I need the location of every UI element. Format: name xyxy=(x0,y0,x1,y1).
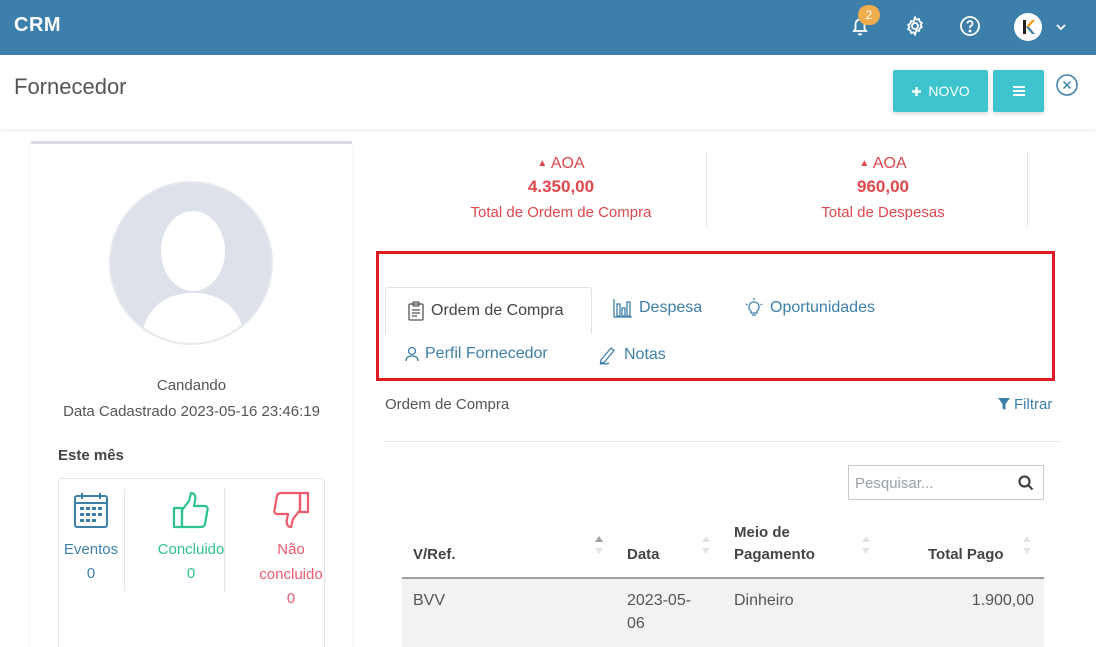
total-currency: ▲ AOA xyxy=(537,155,585,172)
stat-completed-label: Concluido xyxy=(157,541,225,558)
thumbs-down-icon xyxy=(273,491,310,529)
total-amount: 4.350,00 xyxy=(527,177,595,196)
app-brand[interactable]: CRM xyxy=(14,14,61,37)
caret-up-icon: ▲ xyxy=(859,158,870,169)
profile-avatar xyxy=(109,181,273,345)
filter-icon xyxy=(998,398,1010,410)
person-silhouette-icon xyxy=(111,183,271,343)
total-amount: 960,00 xyxy=(857,177,909,196)
section-title: Ordem de Compra xyxy=(385,396,510,413)
gear-icon[interactable] xyxy=(903,14,927,38)
page-title: Fornecedor xyxy=(14,74,127,99)
month-stats: Eventos 0 Concluido 0 Não concluido 0 xyxy=(58,478,325,647)
new-button-label: NOVO xyxy=(928,83,970,99)
profile-card: Candando Data Cadastrado 2023-05-16 23:4… xyxy=(31,141,352,647)
cell-date: 2023-05-06 xyxy=(627,592,692,632)
stat-completed-value: 0 xyxy=(186,565,196,582)
stat-events[interactable]: Eventos 0 xyxy=(46,491,136,586)
total-currency: ▲ AOA xyxy=(859,155,907,172)
filter-label: Filtrar xyxy=(1014,396,1053,413)
total-expenses: ▲ AOA 960,00 Total de Despesas xyxy=(758,154,1008,226)
stat-events-value: 0 xyxy=(86,565,96,582)
help-icon[interactable] xyxy=(958,14,982,38)
search-input[interactable] xyxy=(855,472,1005,494)
stat-not-completed[interactable]: Não concluido 0 xyxy=(246,491,336,611)
calendar-icon xyxy=(74,493,108,528)
sort-icon[interactable] xyxy=(594,535,604,555)
tabs-highlight-box xyxy=(376,251,1055,381)
sort-icon[interactable] xyxy=(861,535,871,555)
menu-button[interactable] xyxy=(993,70,1044,112)
total-label: Total de Ordem de Compra xyxy=(470,204,652,221)
close-icon[interactable] xyxy=(1056,74,1078,96)
column-header-total-paid[interactable]: Total Pago xyxy=(928,544,1004,566)
stat-not-completed-value: 0 xyxy=(286,590,296,607)
search-icon[interactable] xyxy=(1018,475,1034,491)
caret-up-icon: ▲ xyxy=(537,158,548,169)
column-header-payment-method[interactable]: Meio de Pagamento xyxy=(734,522,844,566)
notification-badge: 2 xyxy=(858,5,880,25)
sort-icon[interactable] xyxy=(701,535,711,555)
divider xyxy=(1027,152,1028,228)
month-label: Este mês xyxy=(58,447,124,464)
profile-name: Candando xyxy=(156,377,227,394)
divider xyxy=(124,489,125,591)
divider xyxy=(224,489,225,591)
stat-completed[interactable]: Concluido 0 xyxy=(146,491,236,586)
divider xyxy=(385,441,1061,442)
user-avatar-icon[interactable] xyxy=(1014,13,1042,41)
total-label: Total de Despesas xyxy=(821,204,945,221)
divider xyxy=(706,152,707,228)
stat-not-completed-label: Não concluido xyxy=(259,541,323,583)
cell-ref: BVV xyxy=(413,592,446,609)
column-header-date[interactable]: Data xyxy=(627,544,660,566)
cell-total-paid: 1.900,00 xyxy=(971,592,1034,609)
filter-button[interactable]: Filtrar xyxy=(998,396,1052,413)
new-button[interactable]: NOVO xyxy=(893,70,988,112)
stat-events-label: Eventos xyxy=(63,541,119,558)
sort-icon[interactable] xyxy=(1022,535,1032,555)
chevron-down-icon[interactable] xyxy=(1054,20,1068,34)
column-header-ref[interactable]: V/Ref. xyxy=(413,544,456,566)
thumbs-up-icon xyxy=(172,491,209,529)
plus-icon xyxy=(912,86,922,96)
total-purchase-orders: ▲ AOA 4.350,00 Total de Ordem de Compra xyxy=(436,154,686,226)
page-header: Fornecedor NOVO xyxy=(0,55,1096,129)
hamburger-icon xyxy=(1012,85,1025,96)
profile-registered-date: Data Cadastrado 2023-05-16 23:46:19 xyxy=(63,403,320,420)
search-box xyxy=(848,465,1044,500)
top-navbar: CRM 2 xyxy=(0,0,1096,55)
cell-payment-method: Dinheiro xyxy=(734,592,794,609)
